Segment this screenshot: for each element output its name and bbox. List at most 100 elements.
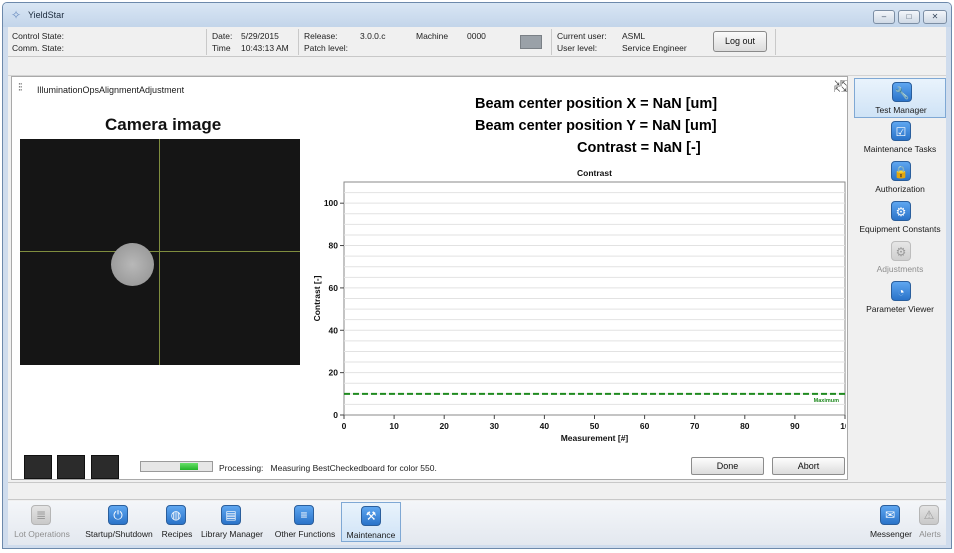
x-tick-label: 80: [740, 421, 750, 431]
processing-label: Processing:: [219, 463, 264, 473]
x-tick-label: 0: [342, 421, 347, 431]
contrast-readout: Contrast = NaN [-]: [577, 140, 701, 156]
contrast-chart: 0 20 40 60 80 100 0 10 20 30 40 50 60 70 80 90 10 Maximum…: [308, 165, 846, 447]
toolbar-item-label: Startup/Shutdown: [85, 529, 153, 539]
toolbar-item-messenger[interactable]: ✉ Messenger: [868, 502, 914, 542]
toolbar-item-lot-operations: ≣ Lot Operations: [10, 502, 74, 542]
message-strip: [8, 482, 946, 500]
contrast-chart-svg: 0 20 40 60 80 100 0 10 20 30 40 50 60 70 80 90 10 Maximum…: [312, 168, 846, 443]
patch-level-label: Patch level:: [304, 43, 348, 53]
reference-line-label: Maximum: [814, 398, 839, 404]
panel-title: IlluminationOpsAlignmentAdjustment: [37, 85, 185, 95]
toolbar-item-label: Recipes: [161, 529, 193, 539]
window-title: YieldStar: [28, 10, 65, 20]
maximize-button[interactable]: □: [898, 10, 920, 24]
done-button[interactable]: Done: [691, 457, 764, 475]
sidebar-item-equipment-constants[interactable]: ⚙ Equipment Constants: [854, 198, 946, 238]
toolbar-item-other-functions[interactable]: ≡ Other Functions: [269, 502, 341, 542]
title-bar[interactable]: ✧ YieldStar – □ ✕: [3, 3, 951, 27]
date-label: Date:: [212, 31, 233, 41]
abort-button[interactable]: Abort: [772, 457, 845, 475]
collapse-icon[interactable]: ⇲⇱ ⇱⇲: [834, 80, 847, 94]
thumbnail-3[interactable]: [91, 455, 119, 479]
x-tick-label: 70: [690, 421, 700, 431]
sidebar-item-authorization[interactable]: 🔒 Authorization: [854, 158, 946, 198]
time-label: Time: [212, 43, 231, 53]
toolbar-item-label: Maintenance: [346, 530, 396, 540]
time-value: 10:43:13 AM: [241, 43, 289, 53]
checkbox-icon: ☑: [891, 121, 911, 141]
camera-image-title: Camera image: [105, 115, 222, 134]
x-tick-label: 30: [490, 421, 500, 431]
adjustments-icon: ⚙: [891, 241, 911, 261]
tools-icon: ⚒: [361, 506, 381, 526]
crosshair-vertical: [159, 139, 160, 365]
beam-y-readout: Beam center position Y = NaN [um]: [475, 118, 717, 134]
logout-button[interactable]: Log out: [713, 31, 767, 52]
sidebar-item-parameter-viewer[interactable]: ◔ Parameter Viewer: [854, 278, 946, 318]
x-tick-label: 90: [790, 421, 800, 431]
x-axis-label: Measurement [#]: [561, 433, 629, 443]
warning-icon: ⚠: [919, 505, 939, 525]
toolbar-item-label: Library Manager: [201, 529, 263, 539]
cylinder-icon: ≣: [31, 505, 51, 525]
toolbar-item-label: Lot Operations: [14, 529, 70, 539]
current-user-value: ASML: [622, 31, 646, 41]
toolbar-item-label: Other Functions: [274, 529, 336, 539]
release-label: Release:: [304, 31, 338, 41]
processing-text: Measuring BestCheckedboard for color 550…: [270, 463, 437, 473]
thumbnail-1[interactable]: [24, 455, 52, 479]
x-tick-label: 20: [439, 421, 449, 431]
toolbar-item-startup-shutdown[interactable]: ⏻ Startup/Shutdown: [80, 502, 158, 542]
x-tick-label: 60: [640, 421, 650, 431]
sidebar-item-label: Equipment Constants: [859, 224, 941, 234]
y-tick-label: 80: [329, 241, 339, 251]
machine-value: 0000: [467, 31, 486, 41]
sliders-icon: ⫶⫶: [18, 82, 22, 94]
sidebar-item-label: Parameter Viewer: [866, 304, 934, 314]
control-state-label: Control State:: [12, 31, 64, 41]
sidebar-item-label: Adjustments: [876, 264, 924, 274]
sidebar-item-label: Test Manager: [875, 105, 927, 115]
processing-progress-bar: [140, 461, 213, 472]
thumbnail-2[interactable]: [57, 455, 85, 479]
globe-icon: ◍: [166, 505, 186, 525]
bottom-toolbar: ≣ Lot Operations ⏻ Startup/Shutdown ◍ Recipes…: [8, 501, 946, 545]
divider: [551, 29, 552, 55]
stack-icon: ≡: [294, 505, 314, 525]
main-panel: ⫶⫶ IlluminationOpsAlignmentAdjustment ⇲⇱…: [11, 76, 848, 480]
toolbar-item-label: Messenger: [869, 529, 913, 539]
library-icon: ▤: [221, 505, 241, 525]
toolbar-item-recipes[interactable]: ◍ Recipes: [160, 502, 194, 542]
close-button[interactable]: ✕: [923, 10, 947, 24]
y-tick-label: 100: [324, 198, 338, 208]
comm-state-label: Comm. State:: [12, 43, 64, 53]
lock-icon: 🔒: [891, 161, 911, 181]
sidebar-item-label: Maintenance Tasks: [863, 144, 937, 154]
camera-image: [20, 139, 300, 365]
crosshair-horizontal: [20, 251, 300, 252]
x-tick-label: 50: [590, 421, 600, 431]
chart-title: Contrast: [577, 168, 612, 178]
minimize-button[interactable]: –: [873, 10, 895, 24]
beam-x-readout: Beam center position X = NaN [um]: [475, 96, 718, 112]
gauge-icon: ◔: [891, 281, 911, 301]
sidebar-item-maintenance-tasks[interactable]: ☑ Maintenance Tasks: [854, 118, 946, 158]
app-logo-icon: ✧: [11, 8, 22, 22]
progress-fill: [180, 463, 198, 470]
toolbar-item-label: Alerts: [919, 529, 941, 539]
client-area: Control State: Comm. State: Date: 5/29/2…: [8, 27, 946, 545]
divider: [775, 29, 776, 55]
toolbar-item-library-manager[interactable]: ▤ Library Manager: [198, 502, 266, 542]
sidebar-item-test-manager[interactable]: 🔧 Test Manager: [854, 78, 946, 118]
gear-icon: ⚙: [891, 201, 911, 221]
x-tick-label: 10: [840, 421, 846, 431]
toolbar-item-alerts: ⚠ Alerts: [916, 502, 944, 542]
beam-spot: [111, 243, 154, 286]
toolbar-item-maintenance[interactable]: ⚒ Maintenance: [341, 502, 401, 542]
y-axis-label: Contrast [-]: [312, 275, 322, 321]
y-tick-label: 20: [329, 368, 339, 378]
y-tick-label: 0: [333, 410, 338, 420]
x-tick-label: 10: [389, 421, 399, 431]
machine-label: Machine: [416, 31, 449, 41]
